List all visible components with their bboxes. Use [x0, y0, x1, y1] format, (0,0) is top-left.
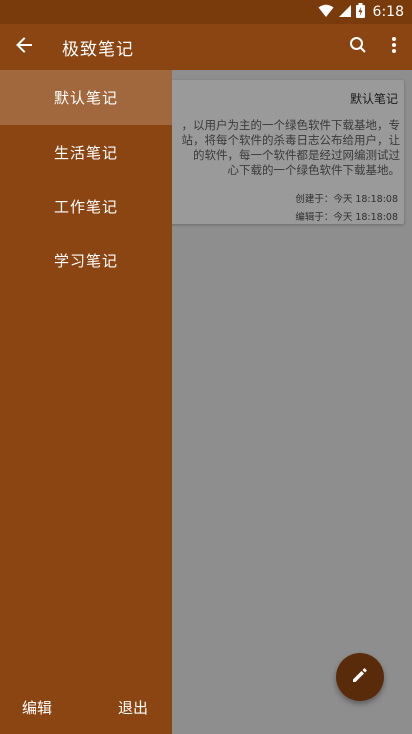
note-edited-time: 编辑于：今天 18:18:08	[295, 212, 398, 223]
drawer-item-label: 默认笔记	[53, 89, 118, 107]
drawer-item-study[interactable]: 学习笔记	[0, 233, 172, 288]
navigation-drawer: 默认笔记 生活笔记 工作笔记 学习笔记 编辑 退出	[0, 70, 172, 734]
more-options-button[interactable]	[380, 33, 408, 61]
back-arrow-icon	[15, 36, 33, 58]
battery-icon	[355, 2, 365, 22]
search-button[interactable]	[344, 33, 372, 61]
status-time: 6:18	[372, 4, 404, 20]
drawer-item-label: 学习笔记	[53, 252, 118, 270]
back-button[interactable]	[10, 33, 38, 61]
note-created-time: 创建于：今天 18:18:08	[295, 194, 398, 205]
edit-button[interactable]: 编辑	[22, 697, 52, 718]
status-bar: 6:18	[0, 0, 412, 24]
page-title: 极致笔记	[62, 40, 134, 60]
screen: 6:18 极致笔记 默认笔记 ，以用户为主的一个绿色软件下载基地，专 站，将每个…	[0, 0, 412, 734]
drawer-item-work[interactable]: 工作笔记	[0, 179, 172, 234]
drawer-item-default[interactable]: 默认笔记	[0, 70, 172, 125]
new-note-button[interactable]	[336, 653, 384, 701]
wifi-icon	[318, 3, 334, 22]
more-vert-icon	[391, 36, 397, 58]
signal-icon	[338, 3, 352, 22]
status-icons: 6:18	[318, 2, 404, 22]
drawer-item-life[interactable]: 生活笔记	[0, 125, 172, 180]
exit-button[interactable]: 退出	[118, 697, 148, 718]
drawer-item-label: 生活笔记	[53, 144, 118, 162]
search-icon	[349, 36, 367, 58]
app-bar: 极致笔记	[0, 24, 412, 70]
drawer-item-label: 工作笔记	[53, 198, 118, 216]
note-category: 默认笔记	[349, 92, 398, 106]
pencil-icon	[351, 666, 369, 688]
